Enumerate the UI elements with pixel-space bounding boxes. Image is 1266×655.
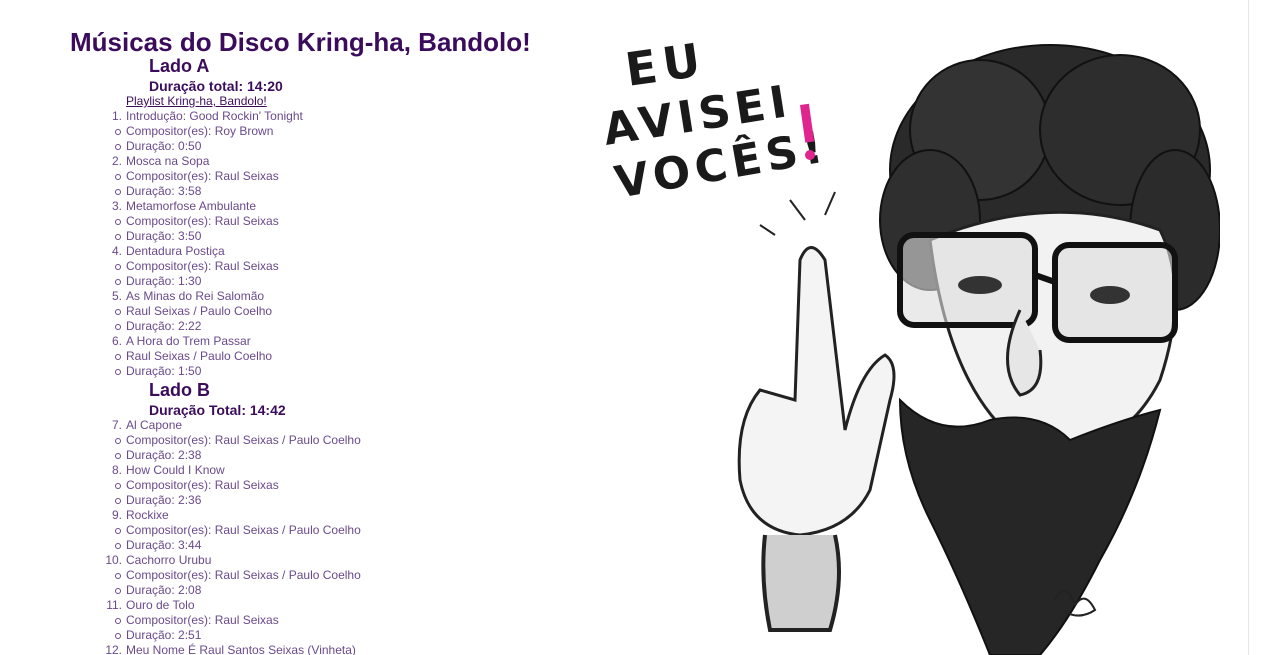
track-number: 10. [105,553,122,567]
track-title: Mosca na Sopa [126,154,210,168]
list-bullet [115,528,121,534]
list-bullet [115,633,121,639]
track-composer: Compositor(es): Raul Seixas [126,214,279,228]
track-composer: Raul Seixas / Paulo Coelho [126,304,273,318]
list-bullet [115,369,121,375]
list-bullet [115,543,121,549]
page: Músicas do Disco Kring-ha, Bandolo! Lado… [0,0,1266,655]
track-duration: Duração: 2:51 [126,628,202,642]
track-number: 12. [105,643,122,655]
caption-lettering: EU AVISEI VOCÊS! [600,32,831,209]
track-duration: Duração: 3:44 [126,538,202,552]
side-a-total-duration: Duração total: 14:20 [149,78,283,94]
list-bullet [115,573,121,579]
track-number: 11. [106,598,122,612]
track-composer: Compositor(es): Raul Seixas / Paulo Coel… [126,523,361,537]
track-duration: Duração: 3:58 [126,184,202,198]
list-bullet [115,354,121,360]
track-composer: Compositor(es): Raul Seixas [126,613,279,627]
list-bullet [115,264,121,270]
caricature-illustration: EU AVISEI VOCÊS! [600,32,1220,655]
side-b-title: Lado B [149,380,210,400]
side-a-title: Lado A [149,56,210,76]
track-number: 6. [111,334,122,348]
track-number: 8. [111,463,122,477]
list-bullet [115,498,121,504]
track-title: A Hora do Trem Passar [126,334,251,348]
list-bullet [115,129,121,135]
track-composer: Raul Seixas / Paulo Coelho [126,349,273,363]
list-bullet [115,279,121,285]
list-bullet [115,438,121,444]
track-duration: Duração: 2:36 [126,493,202,507]
page-title: Músicas do Disco Kring-ha, Bandolo! [70,27,531,57]
playlist-link[interactable]: Playlist Kring-ha, Bandolo! [126,94,267,109]
list-bullet [115,144,121,150]
track-title: Rockixe [126,508,169,522]
track-duration: Duração: 2:08 [126,583,202,597]
track-title: Introdução: Good Rockin' Tonight [126,109,303,123]
track-number: 5. [111,289,122,303]
track-number: 1. [111,109,122,123]
track-number: 3. [111,199,122,213]
track-title: Cachorro Urubu [126,553,212,567]
track-title: How Could I Know [126,463,225,477]
track-composer: Compositor(es): Raul Seixas / Paulo Coel… [126,433,361,447]
face-icon [897,210,1178,453]
track-composer: Compositor(es): Raul Seixas [126,478,279,492]
list-bullet [115,324,121,330]
vertical-scrollbar[interactable] [1249,0,1266,655]
track-duration: Duração: 0:50 [126,139,202,153]
track-duration: Duração: 2:22 [126,319,202,333]
list-bullet [115,618,121,624]
track-composer: Compositor(es): Raul Seixas [126,169,279,183]
track-duration: Duração: 3:50 [126,229,202,243]
track-composer: Compositor(es): Roy Brown [126,124,274,138]
track-duration: Duração: 2:38 [126,448,202,462]
track-number: 4. [111,244,122,258]
list-bullet [115,453,121,459]
track-number: 9. [111,508,122,522]
track-composer: Compositor(es): Raul Seixas [126,259,279,273]
list-bullet [115,234,121,240]
track-title: Ouro de Tolo [126,598,195,612]
bracelet-icon [761,534,841,632]
list-bullet [115,189,121,195]
track-composer: Compositor(es): Raul Seixas / Paulo Coel… [126,568,361,582]
track-title: Metamorfose Ambulante [126,199,257,213]
list-bullet [115,309,121,315]
list-bullet [115,219,121,225]
list-bullet [115,483,121,489]
caption-line-1: EU [622,32,710,97]
list-bullet [115,174,121,180]
side-b-total-duration: Duração Total: 14:42 [149,402,286,418]
track-title: Dentadura Postiça [126,244,225,258]
track-number: 2. [111,154,122,168]
pointing-hand-icon [737,191,896,632]
track-duration: Duração: 1:50 [126,364,202,378]
track-title: As Minas do Rei Salomão [126,289,265,303]
track-title: Al Capone [126,418,183,432]
track-duration: Duração: 1:30 [126,274,202,288]
list-bullet [115,588,121,594]
track-title: Meu Nome É Raul Santos Seixas (Vinheta) [126,643,356,655]
beard-icon [898,397,1162,655]
track-number: 7. [111,418,122,432]
